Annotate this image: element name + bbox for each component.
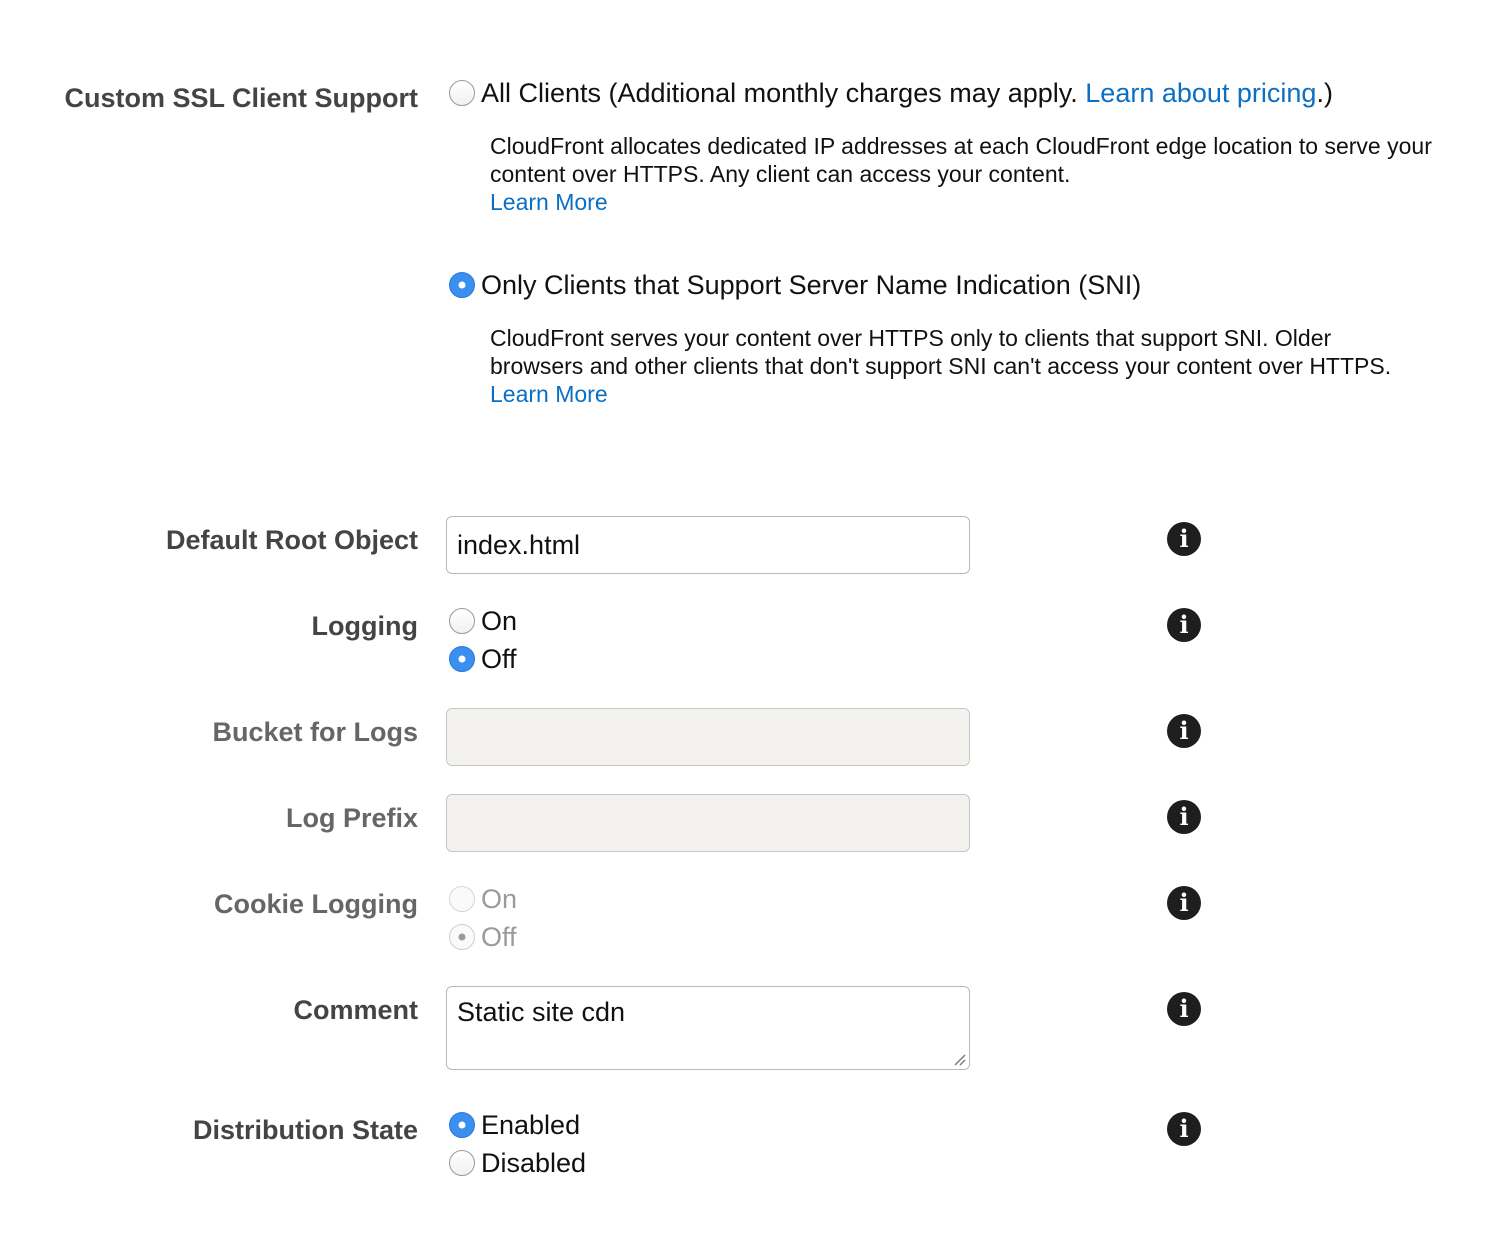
cookie-logging-on-label: On [481, 883, 518, 914]
default-root-object-info-icon[interactable]: i [1167, 522, 1201, 556]
default-root-object-value: index.html [457, 529, 581, 560]
ssl-sni-option[interactable]: Only Clients that Support Server Name In… [449, 268, 1141, 302]
ssl-sni-label: Only Clients that Support Server Name In… [481, 269, 1142, 300]
logging-on-option[interactable]: On [449, 604, 517, 638]
logging-on-label: On [481, 605, 518, 636]
logging-off-label: Off [481, 643, 517, 674]
ssl-all-clients-text: All Clients (Additional monthly charges … [481, 77, 1086, 108]
ssl-all-clients-description-text: CloudFront allocates dedicated IP addres… [490, 133, 1432, 187]
ssl-sni-radio[interactable] [449, 272, 475, 298]
cookie-logging-info-icon[interactable]: i [1167, 886, 1201, 920]
distribution-enabled-radio[interactable] [449, 1112, 475, 1138]
distribution-disabled-option[interactable]: Disabled [449, 1146, 586, 1180]
comment-textarea[interactable]: Static site cdn [446, 986, 970, 1070]
cookie-logging-label: Cookie Logging [214, 889, 418, 919]
distribution-disabled-radio[interactable] [449, 1150, 475, 1176]
distribution-enabled-label: Enabled [481, 1109, 581, 1140]
cookie-logging-off-label: Off [481, 921, 517, 952]
log-prefix-label: Log Prefix [285, 803, 418, 833]
ssl-all-clients-text-end: .) [1316, 77, 1333, 108]
learn-about-pricing-link[interactable]: Learn about pricing [1085, 78, 1316, 108]
ssl-sni-description: CloudFront serves your content over HTTP… [490, 324, 1410, 408]
ssl-all-clients-option[interactable]: All Clients (Additional monthly charges … [449, 76, 1333, 110]
comment-info-icon[interactable]: i [1167, 992, 1201, 1026]
ssl-all-clients-learn-more-link[interactable]: Learn More [490, 188, 1450, 216]
cookie-logging-on-radio[interactable] [449, 886, 475, 912]
distribution-state-info-icon[interactable]: i [1167, 1112, 1201, 1146]
comment-value: Static site cdn [457, 997, 626, 1027]
log-prefix-info-icon[interactable]: i [1167, 800, 1201, 834]
logging-info-icon[interactable]: i [1167, 608, 1201, 642]
default-root-object-label: Default Root Object [165, 525, 418, 555]
bucket-for-logs-input[interactable] [446, 708, 970, 766]
distribution-enabled-option[interactable]: Enabled [449, 1108, 580, 1142]
distribution-disabled-label: Disabled [481, 1147, 587, 1178]
ssl-client-support-label: Custom SSL Client Support [64, 83, 418, 113]
logging-label: Logging [311, 611, 418, 641]
comment-label: Comment [293, 995, 418, 1025]
logging-on-radio[interactable] [449, 608, 475, 634]
default-root-object-input[interactable]: index.html [446, 516, 970, 574]
resize-grip-icon[interactable] [952, 1052, 966, 1066]
ssl-all-clients-description: CloudFront allocates dedicated IP addres… [490, 132, 1450, 216]
logging-off-option[interactable]: Off [449, 642, 517, 676]
log-prefix-input[interactable] [446, 794, 970, 852]
distribution-state-label: Distribution State [192, 1115, 418, 1145]
bucket-for-logs-info-icon[interactable]: i [1167, 714, 1201, 748]
ssl-all-clients-label: All Clients (Additional monthly charges … [481, 78, 1333, 109]
ssl-all-clients-radio[interactable] [449, 80, 475, 106]
ssl-sni-description-text: CloudFront serves your content over HTTP… [490, 325, 1392, 379]
logging-off-radio[interactable] [449, 646, 475, 672]
bucket-for-logs-label: Bucket for Logs [212, 717, 418, 747]
cookie-logging-on-option[interactable]: On [449, 882, 517, 916]
ssl-sni-learn-more-link[interactable]: Learn More [490, 380, 1410, 408]
cookie-logging-off-option[interactable]: Off [449, 920, 517, 954]
cookie-logging-off-radio[interactable] [449, 924, 475, 950]
